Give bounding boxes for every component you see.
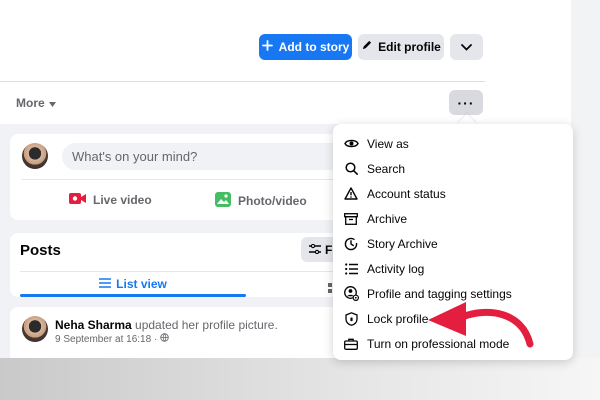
menu-item-label: Turn on professional mode xyxy=(367,336,510,351)
pencil-icon xyxy=(361,40,372,54)
menu-item-label: Profile and tagging settings xyxy=(367,286,512,301)
sliders-icon xyxy=(309,243,321,257)
menu-item-professional-mode[interactable]: Turn on professional mode xyxy=(333,331,573,356)
post-meta: 9 September at 16:18 · xyxy=(55,333,170,345)
active-tab-indicator xyxy=(20,294,246,297)
screenshot-stage: Add to story Edit profile More ··· What'… xyxy=(0,0,600,400)
menu-item-label: Lock profile xyxy=(367,311,429,326)
menu-item-archive[interactable]: Archive xyxy=(333,206,573,231)
post-action-text: updated her profile picture. xyxy=(131,318,278,332)
briefcase-icon xyxy=(343,336,359,352)
post-timestamp[interactable]: 9 September at 16:18 · xyxy=(55,334,157,345)
list-view-tab[interactable]: List view xyxy=(20,273,246,295)
menu-item-activity-log[interactable]: Activity log xyxy=(333,256,573,281)
list-icon xyxy=(343,261,359,277)
post-headline: Neha Sharma updated her profile picture. xyxy=(55,318,278,332)
profile-settings-icon xyxy=(343,286,359,302)
globe-icon xyxy=(160,333,170,345)
eye-icon xyxy=(343,136,359,152)
ellipsis-icon: ··· xyxy=(457,94,475,111)
profile-tab-row xyxy=(0,83,485,124)
photo-icon xyxy=(215,192,231,210)
menu-item-lock-profile[interactable]: Lock profile xyxy=(333,306,573,331)
profile-options-menu: View as Search Account status Archive St… xyxy=(333,124,573,360)
clock-icon xyxy=(343,236,359,252)
menu-item-account-status[interactable]: Account status xyxy=(333,181,573,206)
avatar[interactable] xyxy=(22,316,48,342)
menu-item-label: Archive xyxy=(367,211,408,226)
menu-item-label: Activity log xyxy=(367,261,425,276)
page-edge-shade xyxy=(571,0,600,400)
avatar[interactable] xyxy=(22,143,48,169)
list-view-label: List view xyxy=(116,277,167,291)
menu-item-label: Search xyxy=(367,161,406,176)
edit-profile-button[interactable]: Edit profile xyxy=(358,34,444,60)
more-options-button[interactable]: ··· xyxy=(449,90,483,115)
live-video-button[interactable]: Live video xyxy=(69,192,152,208)
more-tab[interactable]: More xyxy=(16,96,56,110)
photo-video-button[interactable]: Photo/video xyxy=(215,192,307,210)
menu-item-label: Story Archive xyxy=(367,236,438,251)
profile-header: Add to story Edit profile xyxy=(0,0,485,82)
add-to-story-button[interactable]: Add to story xyxy=(259,34,352,60)
menu-item-search[interactable]: Search xyxy=(333,156,573,181)
photo-video-label: Photo/video xyxy=(238,194,307,208)
posts-title: Posts xyxy=(20,242,61,259)
search-icon xyxy=(343,161,359,177)
plus-icon xyxy=(261,40,273,54)
caret-down-icon xyxy=(48,96,56,110)
add-to-story-label: Add to story xyxy=(278,40,350,54)
menu-item-label: View as xyxy=(367,136,409,151)
edit-profile-label: Edit profile xyxy=(378,40,441,54)
menu-item-profile-tagging-settings[interactable]: Profile and tagging settings xyxy=(333,281,573,306)
menu-item-view-as[interactable]: View as xyxy=(333,131,573,156)
live-video-label: Live video xyxy=(93,193,152,207)
post-author[interactable]: Neha Sharma xyxy=(55,318,132,332)
composer-placeholder: What's on your mind? xyxy=(72,149,198,164)
archive-icon xyxy=(343,211,359,227)
chevron-down-icon xyxy=(461,40,472,54)
warning-icon xyxy=(343,186,359,202)
profile-options-button[interactable] xyxy=(450,34,483,60)
video-camera-icon xyxy=(69,192,86,208)
shield-lock-icon xyxy=(343,311,359,327)
menu-item-label: Account status xyxy=(367,186,446,201)
more-tab-label: More xyxy=(16,96,45,110)
bottom-backdrop xyxy=(0,358,600,400)
list-lines-icon xyxy=(99,277,112,291)
menu-item-story-archive[interactable]: Story Archive xyxy=(333,231,573,256)
